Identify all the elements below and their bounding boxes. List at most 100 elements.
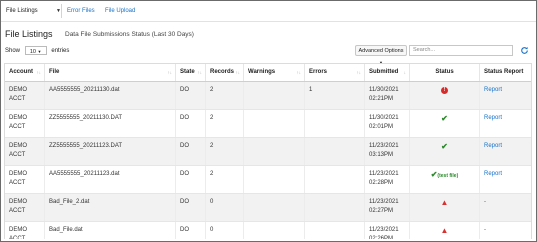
- error-files-link[interactable]: Error Files: [67, 5, 95, 17]
- nav-divider: [61, 4, 62, 18]
- col-account[interactable]: Account ↑↓: [5, 64, 45, 81]
- cell-records: 0: [206, 222, 244, 239]
- table-row[interactable]: DEMO ACCT Bad_File_2.dat DO 0 11/23/2021 02:27…: [5, 194, 531, 222]
- report-link[interactable]: Report: [484, 87, 502, 93]
- account-name: DEMO: [9, 171, 27, 177]
- file-upload-link[interactable]: File Upload: [105, 5, 135, 17]
- cell-warnings: [244, 222, 305, 239]
- col-submitted-label: Submitted: [369, 69, 399, 75]
- records-value: 2: [210, 87, 214, 93]
- submitted-time: 02:01PM: [369, 124, 394, 130]
- col-account-label: Account: [9, 69, 33, 75]
- report-placeholder: -: [484, 227, 486, 233]
- table-row[interactable]: DEMO ACCT ZZ5555555_20211130.DAT DO 2 11/30/2…: [5, 110, 531, 138]
- cell-warnings: [244, 82, 305, 109]
- table-row[interactable]: DEMO ACCT AA5555555_20211123.dat DO 2 11/23/2…: [5, 166, 531, 194]
- view-select[interactable]: File Listings ▼: [6, 5, 61, 17]
- cell-file: AA5555555_20211130.dat: [45, 82, 176, 109]
- cell-account: DEMO ACCT: [5, 138, 45, 165]
- account-name: ACCT: [9, 208, 26, 214]
- table-row[interactable]: DEMO ACCT ZZ5555555_20211123.DAT DO 2 11/23/2…: [5, 138, 531, 166]
- app-window: File Listings ▼ Error Files File Upload …: [0, 0, 537, 242]
- cell-records: 2: [206, 138, 244, 165]
- col-warnings[interactable]: Warnings ↑↓: [244, 64, 305, 81]
- checkmark-icon: ✔: [441, 142, 448, 151]
- col-file-label: File: [49, 69, 60, 75]
- cell-state: DO: [176, 166, 206, 193]
- report-placeholder: -: [484, 199, 486, 205]
- cell-status: ✔: [410, 110, 480, 137]
- table-row[interactable]: DEMO ACCT Bad_File.dat DO 0 11/23/2021 02:26PM…: [5, 222, 531, 239]
- chevron-down-icon: ▼: [37, 49, 42, 54]
- cell-submitted: 11/23/2021 02:26PM: [365, 222, 410, 239]
- cell-report: -: [480, 194, 531, 221]
- cell-report: Report: [480, 166, 531, 193]
- warning-icon: ▲: [440, 226, 449, 235]
- col-warnings-label: Warnings: [248, 69, 276, 75]
- sort-icon: ↑↓: [197, 70, 203, 75]
- cell-state: DO: [176, 222, 206, 239]
- col-records[interactable]: Records ↑↓: [206, 64, 244, 81]
- col-file[interactable]: File ↑↓: [45, 64, 176, 81]
- advanced-options-label: Advanced Options: [358, 48, 404, 54]
- cell-errors: [305, 166, 365, 193]
- cell-warnings: [244, 110, 305, 137]
- col-state[interactable]: State ↑↓: [176, 64, 206, 81]
- file-value: Bad_File_2.dat: [49, 199, 90, 205]
- state-value: DO: [180, 171, 189, 177]
- cell-report: Report: [480, 110, 531, 137]
- page-length-control: Show 10 ▼ entries: [5, 46, 69, 56]
- records-value: 0: [210, 199, 214, 205]
- account-name: DEMO: [9, 87, 27, 93]
- col-submitted[interactable]: Submitted ↓: [365, 64, 410, 81]
- page-subtitle: Data File Submissions Status (Last 30 Da…: [65, 31, 194, 38]
- sort-icon: ↑↓: [356, 70, 362, 75]
- cell-submitted: 11/23/2021 03:13PM: [365, 138, 410, 165]
- state-value: DO: [180, 199, 189, 205]
- submitted-date: 11/23/2021: [369, 171, 399, 177]
- cell-status: !: [410, 82, 480, 109]
- state-value: DO: [180, 143, 189, 149]
- state-value: DO: [180, 227, 189, 233]
- submitted-time: 02:28PM: [369, 180, 394, 186]
- cell-state: DO: [176, 110, 206, 137]
- submitted-time: 02:21PM: [369, 96, 394, 102]
- account-name: ACCT: [9, 236, 26, 239]
- sort-icon: ↑↓: [296, 70, 302, 75]
- col-errors[interactable]: Errors ↑↓: [305, 64, 365, 81]
- cell-status: ✔: [410, 138, 480, 165]
- cell-errors: 1: [305, 82, 365, 109]
- cell-records: 2: [206, 166, 244, 193]
- cell-records: 0: [206, 194, 244, 221]
- cell-state: DO: [176, 138, 206, 165]
- sort-icon: ↓: [403, 70, 406, 75]
- cell-file: ZZ5555555_20211123.DAT: [45, 138, 176, 165]
- file-value: AA5555555_20211130.dat: [49, 87, 120, 93]
- cell-file: Bad_File_2.dat: [45, 194, 176, 221]
- cell-file: Bad_File.dat: [45, 222, 176, 239]
- cell-status: ✔(test file): [410, 166, 480, 193]
- cell-records: 2: [206, 110, 244, 137]
- refresh-icon[interactable]: [520, 46, 529, 55]
- account-name: ACCT: [9, 124, 26, 130]
- submitted-time: 02:26PM: [369, 236, 394, 239]
- report-link[interactable]: Report: [484, 171, 502, 177]
- checkmark-icon: ✔: [441, 114, 448, 123]
- search-input[interactable]: Search...: [409, 45, 513, 56]
- account-name: ACCT: [9, 96, 26, 102]
- advanced-options-button[interactable]: Advanced Options ▼: [355, 45, 407, 65]
- file-value: Bad_File.dat: [49, 227, 83, 233]
- cell-account: DEMO ACCT: [5, 194, 45, 221]
- entries-label: entries: [51, 48, 70, 55]
- cell-state: DO: [176, 194, 206, 221]
- cell-status: ▲: [410, 194, 480, 221]
- entries-select[interactable]: 10 ▼: [24, 46, 47, 55]
- view-select-label: File Listings: [6, 8, 38, 14]
- table-row[interactable]: DEMO ACCT AA5555555_20211130.dat DO 2 1 11/30/…: [5, 82, 531, 110]
- report-link[interactable]: Report: [484, 143, 502, 149]
- records-value: 2: [210, 171, 214, 177]
- col-status-label: Status: [435, 69, 454, 75]
- col-status: Status: [410, 64, 480, 81]
- cell-submitted: 11/30/2021 02:01PM: [365, 110, 410, 137]
- report-link[interactable]: Report: [484, 115, 502, 121]
